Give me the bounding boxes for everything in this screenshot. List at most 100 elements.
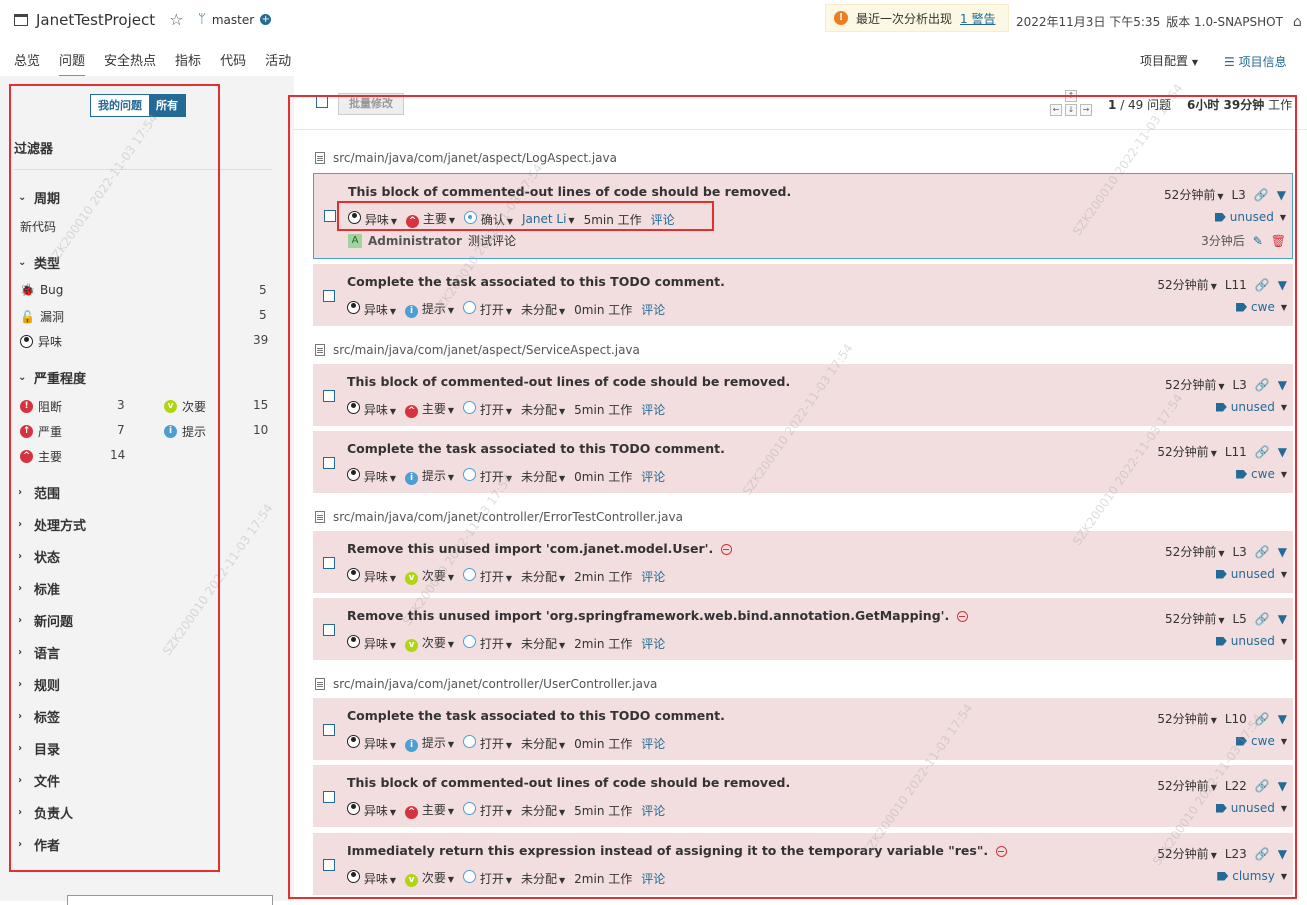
tab-overview[interactable]: 总览 bbox=[14, 50, 40, 77]
issue-age[interactable]: 52分钟前 ▼ bbox=[1165, 610, 1224, 627]
file-path[interactable]: src/main/java/com/janet/aspect/ServiceAs… bbox=[333, 343, 640, 357]
issue-tags-dropdown[interactable]: unused ▼ bbox=[1214, 210, 1286, 224]
issue-item[interactable]: This block of commented-out lines of cod… bbox=[313, 765, 1293, 827]
issue-status-dropdown[interactable]: 确认 ▼ bbox=[464, 210, 513, 228]
issue-status-dropdown[interactable]: 打开 ▼ bbox=[463, 467, 512, 485]
bottom-button[interactable] bbox=[67, 895, 273, 905]
issue-age[interactable]: 52分钟前 ▼ bbox=[1164, 186, 1223, 203]
issue-item[interactable]: This block of commented-out lines of cod… bbox=[313, 173, 1293, 259]
issue-item[interactable]: Immediately return this expression inste… bbox=[313, 833, 1293, 895]
issue-tags-dropdown[interactable]: cwe ▼ bbox=[1236, 300, 1287, 314]
issues-scope-toggle[interactable]: 我的问题 所有 bbox=[90, 94, 186, 117]
facet-type-code-smell[interactable]: 异味 bbox=[20, 333, 62, 350]
issue-comment-link[interactable]: 评论 bbox=[641, 301, 665, 318]
issue-type-dropdown[interactable]: 异味 ▼ bbox=[347, 634, 396, 652]
issue-severity-dropdown[interactable]: v 次要 ▼ bbox=[405, 567, 454, 585]
facet-severity-info[interactable]: i 提示 bbox=[164, 423, 206, 440]
issue-checkbox[interactable] bbox=[323, 457, 335, 469]
facet-type-vulnerability[interactable]: 🔓 漏洞 bbox=[20, 308, 64, 325]
issue-comment-link[interactable]: 评论 bbox=[641, 401, 665, 418]
issue-comment-link[interactable]: 评论 bbox=[641, 802, 665, 819]
issue-comment-link[interactable]: 评论 bbox=[651, 211, 675, 228]
issue-comment-link[interactable]: 评论 bbox=[641, 870, 665, 887]
issue-comment-link[interactable]: 评论 bbox=[641, 635, 665, 652]
arrow-right-icon[interactable]: → bbox=[1080, 104, 1092, 116]
issue-item[interactable]: This block of commented-out lines of cod… bbox=[313, 364, 1293, 426]
issue-message[interactable]: Remove this unused import 'com.janet.mod… bbox=[347, 541, 713, 556]
facet-collapsed[interactable]: › 语言 bbox=[18, 643, 60, 662]
issue-severity-dropdown[interactable]: ^ 主要 ▼ bbox=[406, 210, 455, 228]
file-path[interactable]: src/main/java/com/janet/aspect/LogAspect… bbox=[333, 151, 617, 165]
issue-assignee-dropdown[interactable]: 未分配 ▼ bbox=[521, 468, 565, 485]
issue-severity-dropdown[interactable]: v 次要 ▼ bbox=[405, 634, 454, 652]
facet-period[interactable]: ⌄ 周期 bbox=[18, 188, 60, 207]
project-config-menu[interactable]: 项目配置 ▼ bbox=[1140, 52, 1198, 69]
branch-name[interactable]: master bbox=[212, 13, 254, 27]
issue-item[interactable]: Complete the task associated to this TOD… bbox=[313, 431, 1293, 493]
issue-assignee-dropdown[interactable]: 未分配 ▼ bbox=[521, 401, 565, 418]
issue-checkbox[interactable] bbox=[323, 290, 335, 302]
facet-collapsed[interactable]: › 范围 bbox=[18, 483, 60, 502]
arrow-left-icon[interactable]: ← bbox=[1050, 104, 1062, 116]
issue-line[interactable]: L11 bbox=[1225, 445, 1247, 459]
issue-type-dropdown[interactable]: 异味 ▼ bbox=[347, 467, 396, 485]
issue-type-dropdown[interactable]: 异味 ▼ bbox=[347, 400, 396, 418]
issue-line[interactable]: L10 bbox=[1225, 712, 1247, 726]
issue-age[interactable]: 52分钟前 ▼ bbox=[1157, 443, 1216, 460]
issue-checkbox[interactable] bbox=[324, 210, 336, 222]
filter-icon[interactable]: ▼ bbox=[1277, 188, 1286, 202]
project-config-label[interactable]: 项目配置 bbox=[1140, 54, 1188, 68]
facet-severity-major[interactable]: ^ 主要 bbox=[20, 448, 62, 465]
issue-severity-dropdown[interactable]: ^ 主要 ▼ bbox=[405, 801, 454, 819]
arrow-down-icon[interactable]: ↓ bbox=[1065, 104, 1077, 116]
tab-code[interactable]: 代码 bbox=[220, 50, 246, 77]
issue-age[interactable]: 52分钟前 ▼ bbox=[1157, 845, 1216, 862]
permalink-icon[interactable]: 🔗 bbox=[1255, 545, 1270, 559]
issue-checkbox[interactable] bbox=[323, 557, 335, 569]
facet-period-new-code[interactable]: 新代码 bbox=[20, 218, 56, 235]
issue-checkbox[interactable] bbox=[323, 791, 335, 803]
issue-severity-dropdown[interactable]: i 提示 ▼ bbox=[405, 734, 454, 752]
issue-status-dropdown[interactable]: 打开 ▼ bbox=[463, 300, 512, 318]
facet-collapsed[interactable]: › 作者 bbox=[18, 835, 60, 854]
issue-comment-link[interactable]: 评论 bbox=[641, 735, 665, 752]
tab-measures[interactable]: 指标 bbox=[175, 50, 201, 77]
facet-collapsed[interactable]: › 标签 bbox=[18, 707, 60, 726]
project-info-label[interactable]: 项目信息 bbox=[1239, 55, 1287, 69]
edit-icon[interactable]: ✎ bbox=[1253, 234, 1263, 248]
issue-line[interactable]: L23 bbox=[1225, 847, 1247, 861]
tab-security-hotspots[interactable]: 安全热点 bbox=[104, 50, 156, 77]
facet-collapsed[interactable]: › 文件 bbox=[18, 771, 60, 790]
issue-tags-dropdown[interactable]: unused ▼ bbox=[1215, 567, 1287, 581]
issue-tags-dropdown[interactable]: clumsy ▼ bbox=[1217, 869, 1287, 883]
facet-collapsed[interactable]: › 处理方式 bbox=[18, 515, 86, 534]
branch-selector[interactable]: ᛘ master + bbox=[198, 12, 272, 27]
warning-link[interactable]: 1 警告 bbox=[960, 10, 995, 27]
issue-severity-dropdown[interactable]: i 提示 ▼ bbox=[405, 300, 454, 318]
facet-collapsed[interactable]: › 规则 bbox=[18, 675, 60, 694]
filter-icon[interactable]: ▼ bbox=[1278, 712, 1287, 726]
issue-type-dropdown[interactable]: 异味 ▼ bbox=[348, 210, 397, 228]
permalink-icon[interactable]: 🔗 bbox=[1255, 378, 1270, 392]
issue-age[interactable]: 52分钟前 ▼ bbox=[1157, 710, 1216, 727]
issue-message[interactable]: Complete the task associated to this TOD… bbox=[347, 274, 725, 289]
permalink-icon[interactable]: 🔗 bbox=[1254, 188, 1269, 202]
issue-severity-dropdown[interactable]: i 提示 ▼ bbox=[405, 467, 454, 485]
permalink-icon[interactable]: 🔗 bbox=[1255, 445, 1270, 459]
issue-assignee-dropdown[interactable]: 未分配 ▼ bbox=[521, 635, 565, 652]
issue-checkbox[interactable] bbox=[323, 859, 335, 871]
filter-icon[interactable]: ▼ bbox=[1278, 545, 1287, 559]
permalink-icon[interactable]: 🔗 bbox=[1255, 278, 1270, 292]
filter-icon[interactable]: ▼ bbox=[1278, 847, 1287, 861]
favorite-star-icon[interactable]: ☆ bbox=[169, 10, 183, 29]
issue-tags-dropdown[interactable]: unused ▼ bbox=[1215, 801, 1287, 815]
bulk-change-button[interactable]: 批量修改 bbox=[338, 93, 404, 115]
issue-message[interactable]: This block of commented-out lines of cod… bbox=[348, 184, 791, 199]
issue-item[interactable]: Complete the task associated to this TOD… bbox=[313, 698, 1293, 760]
file-path[interactable]: src/main/java/com/janet/controller/UserC… bbox=[333, 677, 657, 691]
issue-status-dropdown[interactable]: 打开 ▼ bbox=[463, 567, 512, 585]
issue-item[interactable]: Remove this unused import 'org.springfra… bbox=[313, 598, 1293, 660]
project-name[interactable]: JanetTestProject bbox=[36, 11, 155, 29]
issue-item[interactable]: Complete the task associated to this TOD… bbox=[313, 264, 1293, 326]
filter-icon[interactable]: ▼ bbox=[1278, 612, 1287, 626]
